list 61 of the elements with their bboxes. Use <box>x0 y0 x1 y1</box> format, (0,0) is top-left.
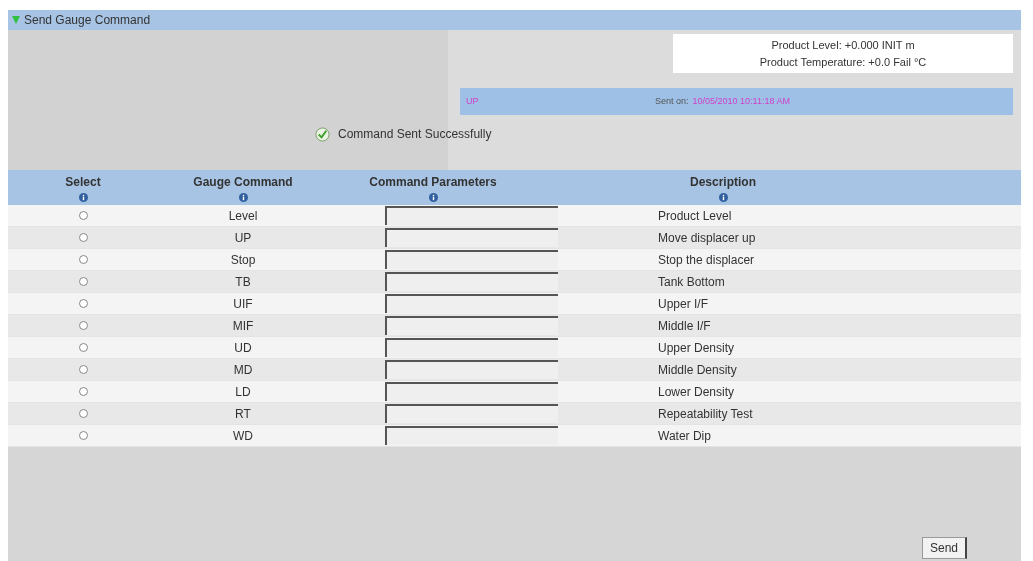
parameter-input[interactable] <box>385 228 558 247</box>
column-header: Command Parameters <box>368 174 498 191</box>
parameter-input[interactable] <box>385 382 558 401</box>
table-cell-text: Lower Density <box>658 383 736 401</box>
info-icon[interactable] <box>238 193 248 202</box>
table-cell-text: Stop the displacer <box>658 251 756 269</box>
table-cell-text: Upper Density <box>658 339 736 357</box>
sent-label: Sent on: <box>655 94 689 108</box>
radio-button[interactable] <box>78 387 88 396</box>
panel-header[interactable]: Send Gauge Command <box>8 10 1021 30</box>
table-cell-text: Repeatability Test <box>658 405 754 423</box>
parameter-input[interactable] <box>385 404 558 423</box>
send-button[interactable]: Send <box>921 537 967 559</box>
radio-button[interactable] <box>78 343 88 352</box>
reading-text: Product Temperature: +0.0 Fail °C <box>759 54 927 70</box>
info-icon[interactable] <box>428 193 438 202</box>
last-command-text: UP <box>465 94 480 108</box>
radio-button[interactable] <box>78 299 88 308</box>
status-message: Command Sent Successfully <box>338 126 492 143</box>
radio-button[interactable] <box>78 233 88 242</box>
table-cell-text: MIF <box>231 317 255 335</box>
table-cell-text: Product Level <box>658 207 733 225</box>
table-cell-text: RT <box>234 405 252 423</box>
parameter-input[interactable] <box>385 338 558 357</box>
column-header: Gauge Command <box>192 174 294 191</box>
parameter-input[interactable] <box>385 272 558 291</box>
radio-button[interactable] <box>78 431 88 440</box>
parameter-input[interactable] <box>385 294 558 313</box>
parameter-input[interactable] <box>385 316 558 335</box>
table-cell-text: Tank Bottom <box>658 273 726 291</box>
sent-time: 10/05/2010 10:11:18 AM <box>692 94 790 108</box>
panel-title: Send Gauge Command <box>24 12 151 29</box>
table-cell-text: Level <box>227 207 259 225</box>
radio-button[interactable] <box>78 255 88 264</box>
table-cell-text: UD <box>233 339 253 357</box>
info-icon[interactable] <box>718 193 728 202</box>
radio-button[interactable] <box>78 321 88 330</box>
table-cell-text: UP <box>233 229 253 247</box>
table-cell-text: UIF <box>232 295 254 313</box>
table-cell-text: Middle I/F <box>658 317 712 335</box>
radio-button[interactable] <box>78 277 88 286</box>
reading-text: Product Level: +0.000 INIT m <box>771 38 915 53</box>
table-cell-text: Upper I/F <box>658 295 709 313</box>
table-cell-text: Water Dip <box>658 427 712 445</box>
parameter-input[interactable] <box>385 206 558 225</box>
table-cell-text: LD <box>234 383 252 401</box>
table-cell-text: Middle Density <box>658 361 738 379</box>
parameter-input[interactable] <box>385 426 558 445</box>
column-header: Select <box>64 174 102 191</box>
table-cell-text: TB <box>234 273 252 291</box>
parameter-input[interactable] <box>385 360 558 379</box>
radio-button[interactable] <box>78 211 88 220</box>
radio-button[interactable] <box>78 365 88 374</box>
info-icon[interactable] <box>78 193 88 202</box>
column-header: Description <box>689 174 757 191</box>
table-cell-text: Move displacer up <box>658 229 757 247</box>
table-cell-text: MD <box>232 361 254 379</box>
table-cell-text: Stop <box>229 251 257 269</box>
table-cell-text: WD <box>232 427 254 445</box>
parameter-input[interactable] <box>385 250 558 269</box>
radio-button[interactable] <box>78 409 88 418</box>
